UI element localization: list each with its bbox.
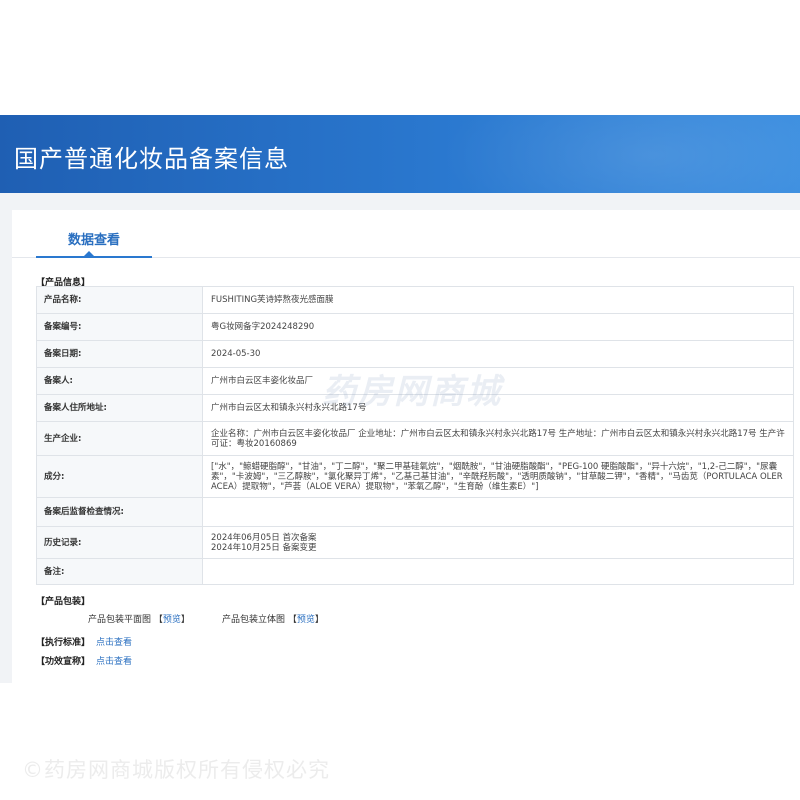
table-row: 备案后监督检查情况:	[36, 497, 794, 527]
history-entry: 2024年10月25日 备案变更	[211, 542, 317, 553]
row-value-registrant: 广州市白云区丰姿化妆品厂	[202, 367, 794, 395]
row-value-remarks	[202, 558, 794, 585]
page-banner: 国产普通化妆品备案信息	[0, 115, 800, 193]
row-key-ingredients: 成分:	[36, 455, 203, 498]
execution-standard-label: 【执行标准】	[36, 638, 91, 648]
efficacy-claim-label: 【功效宣称】	[36, 657, 91, 667]
execution-standard-link[interactable]: 点击查看	[96, 638, 132, 648]
bracket-close: 】	[314, 615, 324, 625]
packaging-3d-label: 产品包装立体图	[222, 615, 286, 625]
table-row: 备案编号: 粤G妆网备字2024248290	[36, 313, 794, 341]
table-row: 成分: ["水"，"鲸蜡硬脂醇"，"甘油"，"丁二醇"，"聚二甲基硅氧烷"，"烟…	[36, 455, 794, 498]
efficacy-claim-row: 【功效宣称】 点击查看	[36, 654, 132, 667]
tab-active-caret-icon	[84, 251, 94, 256]
row-value-product-name: FUSHITING芙诗婷熬夜光感面膜	[202, 286, 794, 314]
table-row: 备案人: 广州市白云区丰姿化妆品厂	[36, 367, 794, 395]
row-key-record-date: 备案日期:	[36, 340, 203, 368]
bracket-close: 】	[180, 615, 190, 625]
row-value-supervision	[202, 497, 794, 527]
row-key-record-number: 备案编号:	[36, 313, 203, 341]
row-key-registrant: 备案人:	[36, 367, 203, 395]
row-value-ingredients: ["水"，"鲸蜡硬脂醇"，"甘油"，"丁二醇"，"聚二甲基硅氧烷"，"烟酰胺"，…	[202, 455, 794, 498]
table-row: 备案人住所地址: 广州市白云区太和镇永兴村永兴北路17号	[36, 394, 794, 422]
table-row: 备注:	[36, 558, 794, 585]
product-info-table: 产品名称: FUSHITING芙诗婷熬夜光感面膜 备案编号: 粤G妆网备字202…	[36, 286, 794, 585]
row-key-supervision: 备案后监督检查情况:	[36, 497, 203, 527]
packaging-flat-label: 产品包装平面图	[88, 615, 152, 625]
row-value-history: 2024年06月05日 首次备案 2024年10月25日 备案变更	[202, 526, 794, 559]
row-value-manufacturer: 企业名称：广州市白云区丰姿化妆品厂 企业地址：广州市白云区太和镇永兴村永兴北路1…	[202, 421, 794, 456]
table-row: 备案日期: 2024-05-30	[36, 340, 794, 368]
tab-bar: 数据查看	[12, 210, 800, 258]
bracket-open: 【	[287, 615, 297, 625]
row-key-manufacturer: 生产企业:	[36, 421, 203, 456]
tab-data-view[interactable]: 数据查看	[36, 226, 152, 258]
table-row: 历史记录: 2024年06月05日 首次备案 2024年10月25日 备案变更	[36, 526, 794, 559]
row-key-remarks: 备注:	[36, 558, 203, 585]
page-title: 国产普通化妆品备案信息	[14, 145, 289, 173]
table-row: 产品名称: FUSHITING芙诗婷熬夜光感面膜	[36, 286, 794, 314]
row-value-record-date: 2024-05-30	[202, 340, 794, 368]
row-value-record-number: 粤G妆网备字2024248290	[202, 313, 794, 341]
packaging-flat-item: 产品包装平面图 【预览】	[88, 612, 190, 625]
packaging-3d-preview-link[interactable]: 预览	[297, 615, 315, 625]
packaging-flat-preview-link[interactable]: 预览	[163, 615, 181, 625]
packaging-3d-item: 产品包装立体图 【预览】	[222, 612, 324, 625]
row-value-registrant-address: 广州市白云区太和镇永兴村永兴北路17号	[202, 394, 794, 422]
packaging-section-label: 【产品包装】	[36, 597, 91, 607]
efficacy-claim-link[interactable]: 点击查看	[96, 657, 132, 667]
bracket-open: 【	[153, 615, 163, 625]
history-entry: 2024年06月05日 首次备案	[211, 532, 317, 543]
row-key-history: 历史记录:	[36, 526, 203, 559]
row-key-product-name: 产品名称:	[36, 286, 203, 314]
execution-standard-row: 【执行标准】 点击查看	[36, 635, 132, 648]
table-row: 生产企业: 企业名称：广州市白云区丰姿化妆品厂 企业地址：广州市白云区太和镇永兴…	[36, 421, 794, 456]
footer-watermark: ©药房网商城版权所有侵权必究	[22, 758, 330, 782]
row-key-registrant-address: 备案人住所地址:	[36, 394, 203, 422]
